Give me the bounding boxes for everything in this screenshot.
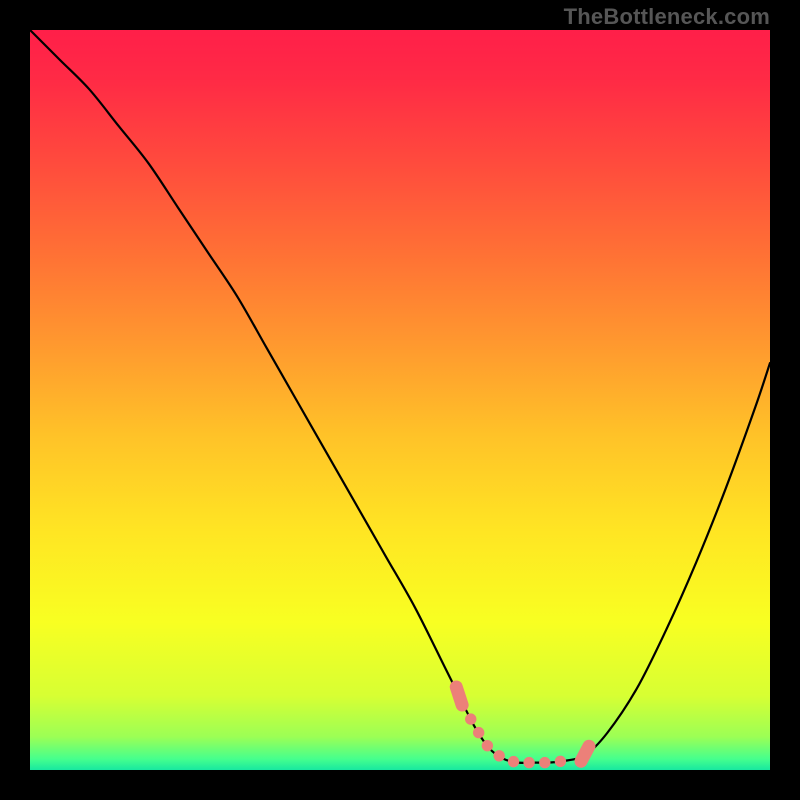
plot-area [30, 30, 770, 770]
chart-frame: TheBottleneck.com [0, 0, 800, 800]
valley-highlight [465, 713, 566, 768]
curve-overlay [30, 30, 770, 770]
watermark-text: TheBottleneck.com [564, 4, 770, 30]
bottleneck-curve [30, 30, 770, 763]
